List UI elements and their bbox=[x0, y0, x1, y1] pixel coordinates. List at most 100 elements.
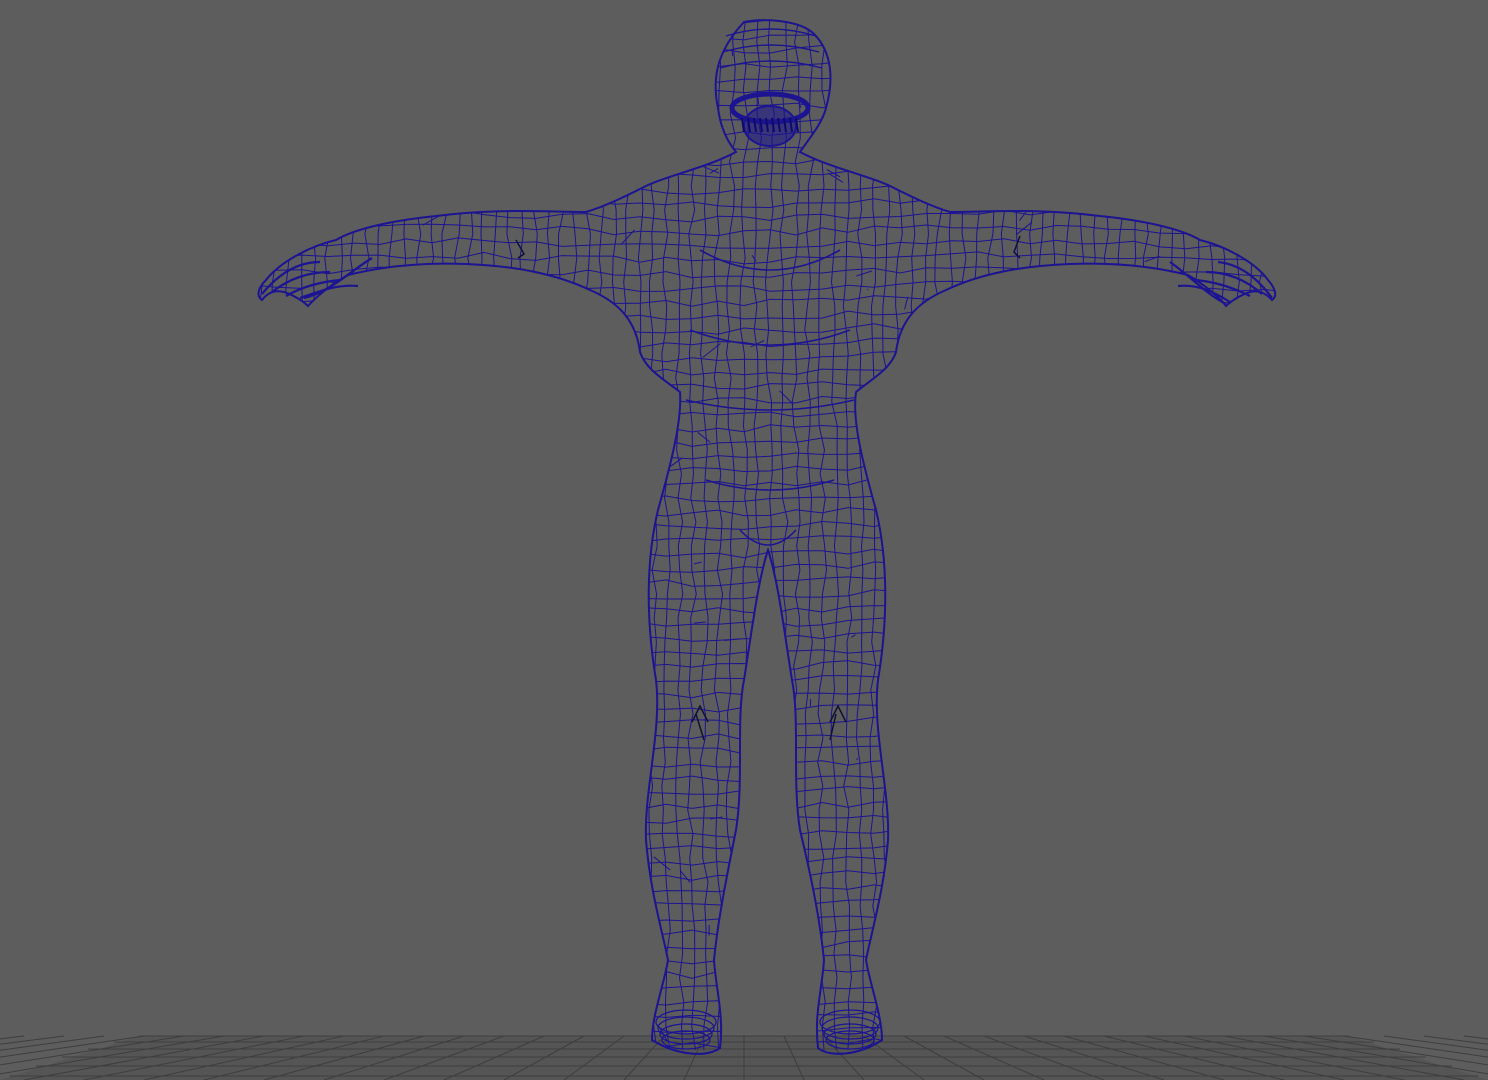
diagonal-edge bbox=[1158, 1000, 1166, 1007]
diagonal-edge bbox=[1019, 207, 1030, 221]
edge-ring bbox=[1180, 20, 1191, 1051]
edge-ring bbox=[323, 20, 334, 1051]
diagonal-edge bbox=[447, 339, 463, 354]
edge-loop bbox=[258, 700, 1276, 713]
diagonal-edge bbox=[1234, 93, 1251, 107]
edge-ring bbox=[1116, 20, 1126, 1051]
edge-loop bbox=[258, 363, 1276, 376]
mesh-silhouette bbox=[257, 19, 1277, 1055]
viewport-scene[interactable] bbox=[0, 0, 1488, 1080]
torso-contour bbox=[685, 399, 855, 411]
diagonal-edge bbox=[291, 634, 304, 637]
edge-ring bbox=[1258, 20, 1270, 1051]
diagonal-edge bbox=[952, 805, 967, 812]
edge-loop bbox=[258, 293, 1276, 307]
diagonal-edge bbox=[653, 856, 671, 871]
diagonal-edge bbox=[258, 193, 262, 200]
diagonal-edge bbox=[937, 760, 947, 767]
edge-ring bbox=[517, 20, 528, 1051]
edge-ring bbox=[1246, 20, 1257, 1051]
diagonal-edge bbox=[532, 285, 552, 292]
edge-ring bbox=[297, 20, 308, 1051]
torso-contour bbox=[699, 249, 841, 271]
diagonal-edge bbox=[455, 166, 475, 174]
diagonal-edge bbox=[344, 105, 350, 120]
diagonal-edge bbox=[1137, 388, 1156, 402]
diagonal-edge bbox=[569, 825, 577, 833]
edge-loop bbox=[258, 573, 1276, 587]
edge-loop bbox=[258, 686, 1276, 699]
edge-loop bbox=[258, 742, 1276, 755]
diagonal-edge bbox=[1242, 361, 1246, 365]
mesh-detail-edges bbox=[261, 28, 1273, 1050]
diagonal-edge bbox=[1188, 331, 1194, 344]
edge-loop bbox=[258, 195, 1276, 209]
diagonal-edge bbox=[851, 634, 856, 638]
edge-loop bbox=[258, 839, 1276, 851]
diagonal-edge bbox=[512, 181, 529, 194]
diagonal-edge bbox=[1262, 870, 1276, 886]
edge-ring bbox=[1128, 20, 1140, 1051]
edge-loop bbox=[258, 587, 1276, 600]
diagonal-edge bbox=[616, 635, 637, 643]
mesh-edges bbox=[258, 20, 1276, 1054]
edge-ring bbox=[882, 20, 893, 1051]
edge-loop bbox=[258, 461, 1276, 475]
edge-loop bbox=[258, 279, 1276, 293]
edge-ring bbox=[1025, 20, 1036, 1051]
edge-ring bbox=[427, 20, 438, 1051]
diagonal-edge bbox=[1231, 397, 1238, 410]
diagonal-edge bbox=[1245, 350, 1249, 357]
diagonal-edge bbox=[599, 961, 612, 976]
diagonal-edge bbox=[494, 162, 507, 169]
edge-ring bbox=[336, 20, 347, 1051]
edge-loop bbox=[258, 629, 1276, 642]
edge-ring bbox=[855, 20, 867, 1051]
diagonal-edge bbox=[1225, 186, 1233, 196]
diagonal-edge bbox=[446, 410, 452, 420]
edge-ring bbox=[467, 20, 477, 1051]
edge-loop bbox=[258, 937, 1276, 951]
edge-loop bbox=[258, 853, 1276, 866]
torso-contour bbox=[689, 329, 851, 346]
3d-viewport[interactable] bbox=[0, 0, 1488, 1080]
diagonal-edge bbox=[1156, 179, 1165, 186]
edge-ring bbox=[492, 20, 503, 1051]
edge-ring bbox=[621, 20, 632, 1051]
character-wireframe-mesh[interactable] bbox=[245, 14, 1294, 1062]
edge-loop bbox=[258, 307, 1276, 321]
diagonal-edge bbox=[516, 36, 526, 47]
edge-loop bbox=[258, 531, 1276, 545]
edge-ring bbox=[609, 20, 620, 1051]
edge-loop bbox=[258, 643, 1276, 657]
edge-ring bbox=[530, 20, 541, 1051]
diagonal-edge bbox=[504, 151, 521, 163]
edge-loop bbox=[258, 1007, 1276, 1019]
diagonal-edge bbox=[1186, 540, 1201, 548]
edge-ring bbox=[596, 20, 606, 1050]
edge-ring bbox=[309, 20, 321, 1051]
edge-ring bbox=[1272, 20, 1276, 1051]
diagonal-edge bbox=[1022, 470, 1038, 486]
diagonal-edge bbox=[544, 863, 557, 870]
diagonal-edge bbox=[279, 705, 290, 718]
diagonal-edge bbox=[768, 821, 774, 830]
edge-loop bbox=[258, 419, 1276, 433]
diagonal-edge bbox=[971, 195, 981, 211]
edge-ring bbox=[569, 20, 580, 1051]
diagonal-edge bbox=[967, 679, 973, 691]
diagonal-edge bbox=[576, 314, 593, 322]
diagonal-edge bbox=[591, 941, 607, 945]
edge-ring bbox=[1207, 20, 1217, 1051]
diagonal-edge bbox=[965, 29, 973, 40]
edge-loop bbox=[258, 727, 1276, 741]
diagonal-edge bbox=[621, 36, 632, 43]
edge-loop bbox=[258, 993, 1276, 1007]
edge-ring bbox=[764, 20, 776, 1051]
edge-ring bbox=[413, 20, 424, 1051]
ground-grid bbox=[0, 1035, 1488, 1080]
edge-ring bbox=[439, 20, 450, 1051]
diagonal-edge bbox=[635, 565, 639, 579]
edge-ring bbox=[752, 20, 763, 1051]
edge-loop bbox=[258, 377, 1276, 391]
